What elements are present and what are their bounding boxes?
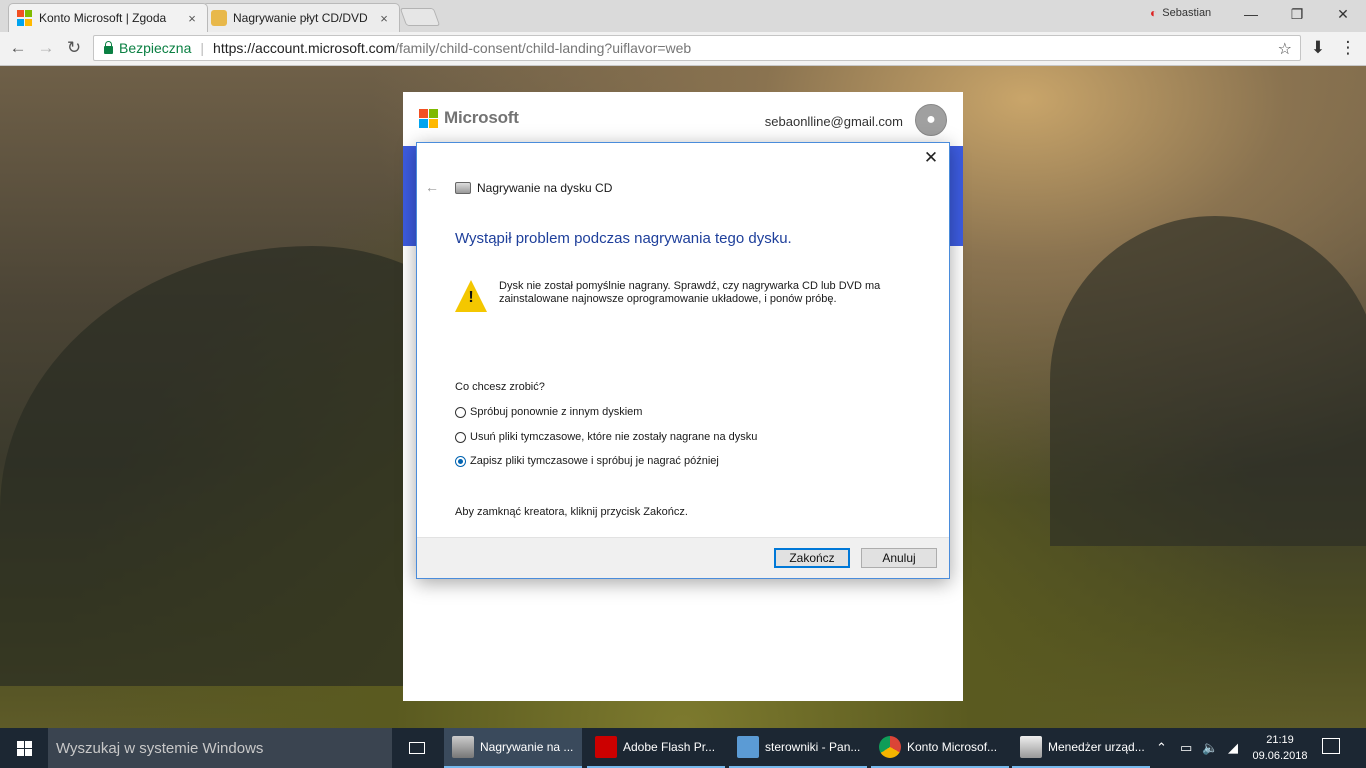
cd-burn-error-dialog: ✕ ← Nagrywanie na dysku CD Wystąpił prob… — [416, 142, 950, 579]
taskbar-item-adobe[interactable]: Adobe Flash Pr... — [587, 728, 725, 768]
microsoft-logo[interactable]: Microsoft — [419, 108, 519, 128]
taskbar-item-label: Nagrywanie na ... — [480, 740, 574, 754]
avatar[interactable]: ● — [915, 104, 947, 136]
tab-nagrywanie-plyt[interactable]: Nagrywanie płyt CD/DVD × — [202, 3, 400, 32]
windows-taskbar: Wyszukaj w systemie Windows Nagrywanie n… — [0, 728, 1366, 768]
battery-icon[interactable]: ▭ — [1180, 728, 1192, 768]
radio-button[interactable] — [455, 406, 466, 418]
adobe-icon — [595, 736, 617, 758]
taskbar-item-label: Konto Microsof... — [907, 740, 998, 754]
close-note: Aby zamknąć kreatora, kliknij przycisk Z… — [455, 506, 688, 518]
taskbar-item-chrome[interactable]: Konto Microsof... — [871, 728, 1009, 768]
dialog-heading: Wystąpił problem podczas nagrywania tego… — [455, 230, 792, 247]
taskbar-item-label: sterowniki - Pan... — [765, 740, 861, 754]
lock-icon — [104, 41, 113, 54]
tab-close-button[interactable]: × — [377, 11, 391, 26]
reload-button[interactable]: ↻ — [62, 36, 86, 60]
option-label: Zapisz pliki tymczasowe i spróbuj je nag… — [470, 455, 719, 467]
window-close-button[interactable]: ✕ — [1320, 0, 1366, 28]
start-button[interactable] — [0, 728, 48, 768]
back-arrow-icon[interactable]: ← — [425, 179, 439, 195]
cd-burn-icon — [452, 736, 474, 758]
taskbar-item-device-manager[interactable]: Menedżer urząd... — [1012, 728, 1150, 768]
radio-button[interactable] — [455, 431, 466, 443]
profile-name: Sebastian — [1162, 7, 1212, 19]
minimize-button[interactable]: — — [1228, 0, 1274, 28]
hand-pointer-icon — [211, 10, 227, 26]
option-retry[interactable]: Spróbuj ponownie z innym dyskiem — [455, 406, 642, 418]
windows-logo-icon — [16, 740, 32, 756]
option-label: Spróbuj ponownie z innym dyskiem — [470, 406, 643, 418]
tab-title: Konto Microsoft | Zgoda — [39, 11, 167, 25]
finish-button[interactable]: Zakończ — [774, 548, 850, 568]
back-button[interactable]: ← — [6, 36, 30, 60]
question-label: Co chcesz zrobić? — [455, 381, 545, 393]
address-separator: | — [200, 40, 205, 56]
dialog-close-button[interactable]: ✕ — [921, 148, 941, 168]
taskbar-item-control-panel[interactable]: sterowniki - Pan... — [729, 728, 867, 768]
dialog-title: Nagrywanie na dysku CD — [455, 181, 612, 195]
volume-icon[interactable]: 🔈 — [1202, 728, 1218, 768]
taskbar-search-box[interactable]: Wyszukaj w systemie Windows — [48, 728, 392, 768]
url-path: /family/child-consent/child-landing?uifl… — [395, 40, 692, 56]
network-icon[interactable]: ◢ — [1228, 728, 1238, 768]
warning-mark: ! — [468, 289, 474, 306]
bookmark-star-icon[interactable]: ☆ — [1278, 39, 1292, 59]
profile-icon: ◐ — [1150, 6, 1158, 20]
tray-overflow-chevron[interactable]: ⌃ — [1156, 728, 1167, 768]
profile-button[interactable]: ◐ Sebastian — [1150, 6, 1211, 20]
taskbar-item-label: Adobe Flash Pr... — [623, 740, 716, 754]
control-panel-icon — [737, 736, 759, 758]
browser-toolbar: ← → ↻ Bezpieczna | https://account.micro… — [0, 32, 1366, 66]
clock-date: 09.06.2018 — [1252, 750, 1308, 762]
dialog-footer: Zakończ Anuluj — [417, 537, 949, 578]
chrome-icon — [879, 736, 901, 758]
secure-label: Bezpieczna — [119, 40, 192, 56]
menu-icon[interactable]: ⋮ — [1336, 36, 1360, 60]
background-mountain — [1050, 216, 1366, 546]
clock-time: 21:19 — [1266, 734, 1294, 746]
tab-title: Nagrywanie płyt CD/DVD — [233, 11, 368, 25]
tab-konto-microsoft[interactable]: Konto Microsoft | Zgoda × — [8, 3, 208, 32]
task-view-icon — [409, 742, 425, 754]
task-view-button[interactable] — [402, 728, 432, 768]
brand-name: Microsoft — [444, 108, 519, 127]
error-message: Dysk nie został pomyślnie nagrany. Spraw… — [499, 280, 881, 305]
browser-tabstrip: Konto Microsoft | Zgoda × Nagrywanie pły… — [0, 0, 1366, 32]
microsoft-logo-icon — [17, 10, 33, 26]
taskbar-item-label: Menedżer urząd... — [1048, 740, 1145, 754]
taskbar-item-cd-burn[interactable]: Nagrywanie na ... — [444, 728, 582, 768]
address-bar[interactable]: Bezpieczna | https://account.microsoft.c… — [93, 35, 1301, 61]
account-email[interactable]: sebaonlline@gmail.com — [765, 114, 903, 129]
download-icon[interactable]: ⬇ — [1306, 36, 1330, 60]
dialog-title-text: Nagrywanie na dysku CD — [477, 181, 613, 195]
forward-button[interactable]: → — [34, 36, 58, 60]
clock[interactable]: 21:19 09.06.2018 — [1250, 732, 1310, 764]
cancel-button[interactable]: Anuluj — [861, 548, 937, 568]
tab-close-button[interactable]: × — [185, 11, 199, 26]
url-host: https://account.microsoft.com — [213, 40, 396, 56]
new-tab-button[interactable] — [399, 8, 441, 26]
maximize-button[interactable]: ❐ — [1274, 0, 1320, 28]
option-label: Usuń pliki tymczasowe, które nie zostały… — [470, 431, 758, 443]
option-save-temp[interactable]: Zapisz pliki tymczasowe i spróbuj je nag… — [455, 455, 719, 467]
microsoft-logo-icon — [419, 108, 438, 128]
option-delete-temp[interactable]: Usuń pliki tymczasowe, które nie zostały… — [455, 431, 757, 443]
cd-drive-icon — [455, 182, 471, 194]
radio-button-selected[interactable] — [455, 455, 466, 467]
device-manager-icon — [1020, 736, 1042, 758]
action-center-icon[interactable] — [1322, 738, 1340, 754]
